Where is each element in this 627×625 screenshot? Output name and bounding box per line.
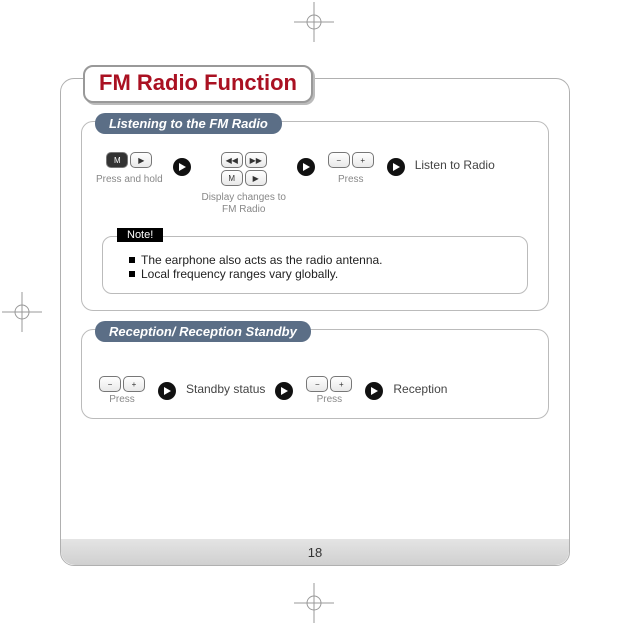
arrow-icon <box>387 158 405 176</box>
play-button-icon: ▶ <box>245 170 267 186</box>
section-header-listening: Listening to the FM Radio <box>95 113 282 134</box>
listening-flow: M ▶ Press and hold ◀◀ ▶▶ M ▶ <box>96 152 534 216</box>
arrow-icon <box>158 382 176 400</box>
crop-mark-bottom <box>294 583 334 623</box>
step-press-2: − + Press <box>303 376 355 406</box>
standby-status-label: Standby status <box>186 382 265 396</box>
note-line-1: The earphone also acts as the radio ante… <box>129 253 515 267</box>
step-press-2-caption: Press <box>317 394 343 406</box>
section-body-reception: − + Press Standby status − + Press <box>81 329 549 419</box>
minus-button-icon: − <box>328 152 350 168</box>
page-frame: FM Radio Function Listening to the FM Ra… <box>60 78 570 566</box>
section-listening: Listening to the FM Radio M ▶ Press and … <box>81 121 549 311</box>
arrow-icon <box>365 382 383 400</box>
plus-button-icon: + <box>330 376 352 392</box>
note-tag: Note! <box>117 228 163 242</box>
m-button-icon: M <box>106 152 128 168</box>
crop-mark-top <box>294 2 334 42</box>
page-title: FM Radio Function <box>83 65 313 103</box>
step-press-1: − + Press <box>96 376 148 406</box>
arrow-icon <box>275 382 293 400</box>
reception-label: Reception <box>393 382 447 396</box>
m-button-icon: M <box>221 170 243 186</box>
step-press-hold: M ▶ Press and hold <box>96 152 163 186</box>
plus-button-icon: + <box>352 152 374 168</box>
plus-button-icon: + <box>123 376 145 392</box>
reception-flow: − + Press Standby status − + Press <box>96 376 534 406</box>
note-block: Note! The earphone also acts as the radi… <box>102 236 528 294</box>
play-button-icon: ▶ <box>130 152 152 168</box>
step-display-caption: Display changes to FM Radio <box>201 192 287 216</box>
note-line-2: Local frequency ranges vary globally. <box>129 267 515 281</box>
step-press-hold-caption: Press and hold <box>96 174 163 186</box>
crop-mark-left <box>2 292 42 332</box>
fwd-button-icon: ▶▶ <box>245 152 267 168</box>
rew-button-icon: ◀◀ <box>221 152 243 168</box>
step-press-caption: Press <box>338 174 364 186</box>
step-press-volume: − + Press <box>325 152 377 186</box>
step-press-1-caption: Press <box>109 394 135 406</box>
section-body-listening: M ▶ Press and hold ◀◀ ▶▶ M ▶ <box>81 121 549 311</box>
minus-button-icon: − <box>306 376 328 392</box>
step-display-change: ◀◀ ▶▶ M ▶ Display changes to FM Radio <box>201 152 287 216</box>
arrow-icon <box>173 158 191 176</box>
section-header-reception: Reception/ Reception Standby <box>95 321 311 342</box>
arrow-icon <box>297 158 315 176</box>
page-number: 18 <box>61 539 569 565</box>
section-reception: Reception/ Reception Standby − + Press S… <box>81 329 549 419</box>
listen-result: Listen to Radio <box>415 158 495 172</box>
minus-button-icon: − <box>99 376 121 392</box>
